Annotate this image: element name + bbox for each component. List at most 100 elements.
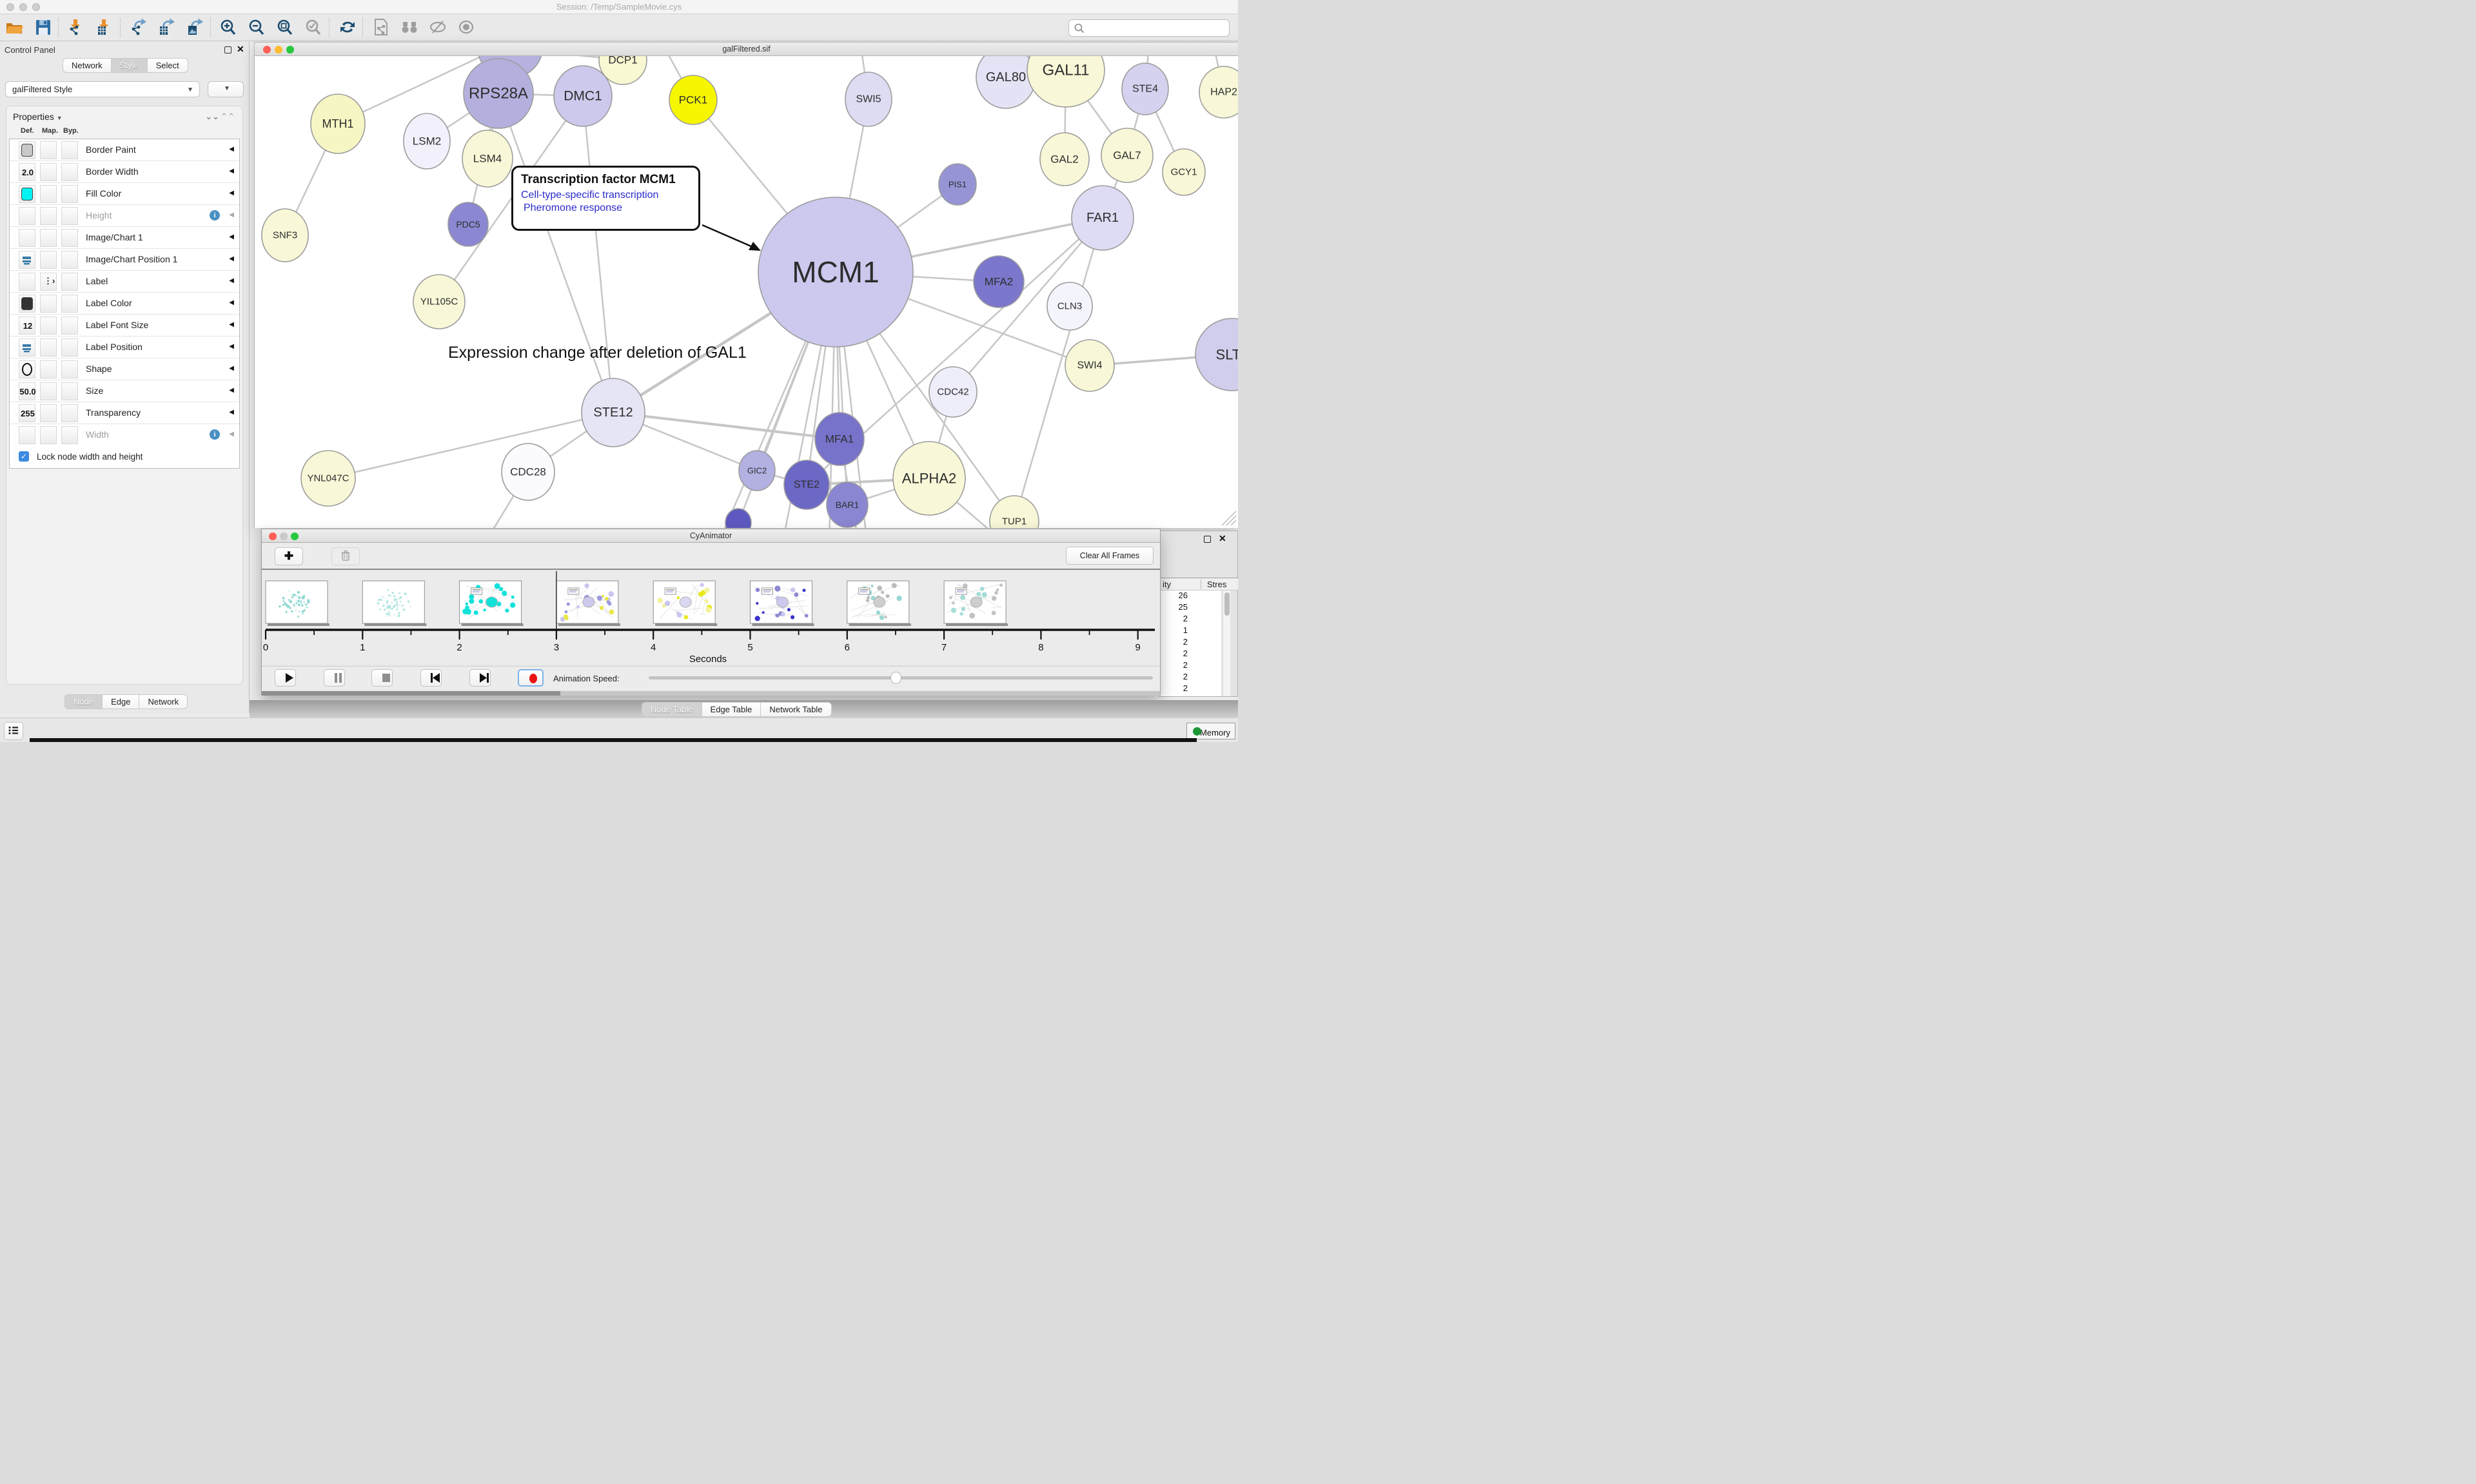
column-header[interactable]: Stres <box>1201 580 1226 589</box>
network-node-rps28a[interactable]: RPS28A <box>464 59 533 128</box>
export-network-icon[interactable] <box>129 18 148 37</box>
style-selector[interactable]: galFiltered Style ▼ <box>5 81 200 97</box>
open-folder-icon[interactable] <box>5 18 25 37</box>
expand-arrow-icon[interactable]: ◀ <box>229 299 234 306</box>
timeline-frame-3[interactable] <box>556 581 620 626</box>
network-node-tup1[interactable]: TUP1 <box>990 496 1039 528</box>
default-value-cell[interactable]: 12 <box>19 317 35 335</box>
network-node-swi4[interactable]: SWI4 <box>1065 340 1114 391</box>
mapping-cell[interactable] <box>40 207 57 225</box>
expand-arrow-icon[interactable]: ◀ <box>229 211 234 219</box>
show-details-icon[interactable] <box>457 18 476 37</box>
clear-all-frames-button[interactable]: Clear All Frames <box>1066 547 1154 565</box>
network-node-ste2[interactable]: STE2 <box>784 460 829 509</box>
column-header[interactable]: ity <box>1163 580 1171 589</box>
network-node-cln3[interactable]: CLN3 <box>1047 282 1092 330</box>
tab-edge-table[interactable]: Edge Table <box>702 702 761 717</box>
mapping-cell[interactable] <box>40 382 57 400</box>
network-node-slt2[interactable]: SLT2 <box>1195 318 1238 391</box>
cyanimator-titlebar[interactable]: CyAnimator <box>262 529 1160 543</box>
record-button[interactable] <box>518 669 544 687</box>
table-row[interactable]: 26 <box>1159 591 1221 602</box>
collapse-all-icon[interactable]: ⌃⌃ <box>221 112 235 122</box>
network-node-far1[interactable]: FAR1 <box>1072 186 1134 250</box>
bypass-cell[interactable] <box>61 273 78 291</box>
network-node-pdc5[interactable]: PDC5 <box>448 202 488 246</box>
zoom-in-icon[interactable] <box>219 18 239 37</box>
close-panel-icon[interactable]: ✕ <box>1219 533 1226 544</box>
timeline-frame-4[interactable] <box>653 581 717 626</box>
network-node-gal11[interactable]: GAL11 <box>1027 56 1105 107</box>
bypass-cell[interactable] <box>61 229 78 247</box>
zoom-selected-icon[interactable] <box>304 18 324 37</box>
default-value-cell[interactable] <box>19 273 35 291</box>
network-edge[interactable] <box>583 96 613 413</box>
resize-grip-icon[interactable] <box>1231 520 1236 525</box>
default-value-cell[interactable] <box>19 207 35 225</box>
expand-arrow-icon[interactable]: ◀ <box>229 343 234 350</box>
bypass-cell[interactable] <box>61 360 78 378</box>
property-row-width[interactable]: Widthi◀ <box>10 424 239 446</box>
network-node-mth1[interactable]: MTH1 <box>311 94 365 153</box>
network-window-titlebar[interactable]: galFiltered.sif <box>255 43 1238 56</box>
network-node-gal80[interactable]: GAL80 <box>976 56 1036 108</box>
properties-header[interactable]: Properties ▼ <box>13 112 63 122</box>
network-node-gal7[interactable]: GAL7 <box>1101 128 1153 182</box>
lock-node-size-row[interactable]: ✓ Lock node width and height <box>9 445 240 469</box>
annotation-link[interactable]: Pheromone response <box>524 202 691 214</box>
timeline-frame-6[interactable] <box>847 581 911 626</box>
network-node-hap2[interactable]: HAP2 <box>1199 66 1238 118</box>
tab-style[interactable]: Style <box>112 58 148 73</box>
network-edge[interactable] <box>328 413 613 478</box>
resize-grip-icon[interactable] <box>1226 516 1236 525</box>
timeline-frame-7[interactable] <box>944 581 1008 626</box>
mapping-cell[interactable] <box>40 360 57 378</box>
mapping-cell[interactable]: ⋮› <box>40 273 57 291</box>
zoom-fit-icon[interactable] <box>276 18 295 37</box>
expand-arrow-icon[interactable]: ◀ <box>229 365 234 372</box>
timeline-frame-0[interactable] <box>266 581 329 626</box>
expand-arrow-icon[interactable]: ◀ <box>229 146 234 153</box>
memory-button[interactable]: Memory <box>1186 723 1235 739</box>
bypass-cell[interactable] <box>61 382 78 400</box>
network-canvas[interactable]: RPS28BRPS28ADMC1DCP1PCK1MTH1LSM2LSM4SNF3… <box>255 56 1238 528</box>
timeline-frame-5[interactable] <box>751 581 814 626</box>
expand-arrow-icon[interactable]: ◀ <box>229 431 234 438</box>
property-row-height[interactable]: Heighti◀ <box>10 205 239 227</box>
canvas-caption[interactable]: Expression change after deletion of GAL1 <box>448 344 747 362</box>
network-node-snf3[interactable]: SNF3 <box>262 209 308 262</box>
show-panels-button[interactable] <box>4 722 23 740</box>
annotation-box[interactable]: Transcription factor MCM1 Cell-type-spec… <box>511 166 700 231</box>
expand-all-icon[interactable]: ⌄⌄ <box>205 112 219 122</box>
document-network-icon[interactable] <box>371 18 391 37</box>
default-value-cell[interactable]: 2.0 <box>19 163 35 181</box>
tab-network[interactable]: Network <box>139 694 188 709</box>
property-row-label-position[interactable]: Label Position◀ <box>10 337 239 358</box>
bypass-cell[interactable] <box>61 207 78 225</box>
import-table-icon[interactable] <box>95 18 115 37</box>
network-node-pis1[interactable]: PIS1 <box>939 164 976 205</box>
tab-network-table[interactable]: Network Table <box>761 702 831 717</box>
property-row-border-width[interactable]: 2.0Border Width◀ <box>10 161 239 183</box>
slider-knob[interactable] <box>890 672 901 684</box>
table-row[interactable]: 2 <box>1159 637 1221 649</box>
network-node-mfa2[interactable]: MFA2 <box>974 256 1024 308</box>
timeline-frame-1[interactable] <box>362 581 426 626</box>
tab-select[interactable]: Select <box>148 58 188 73</box>
info-icon[interactable]: i <box>210 429 220 440</box>
property-row-fill-color[interactable]: Fill Color◀ <box>10 183 239 205</box>
expand-arrow-icon[interactable]: ◀ <box>229 233 234 240</box>
skip-start-button[interactable] <box>420 669 442 687</box>
property-row-shape[interactable]: Shape◀ <box>10 358 239 380</box>
expand-arrow-icon[interactable]: ◀ <box>229 190 234 197</box>
float-panel-icon[interactable] <box>224 46 231 54</box>
network-edge[interactable] <box>498 93 613 413</box>
network-node-mcm1[interactable]: MCM1 <box>758 197 913 347</box>
property-row-image-chart-1[interactable]: Image/Chart 1◀ <box>10 227 239 249</box>
bypass-cell[interactable] <box>61 338 78 356</box>
expand-arrow-icon[interactable]: ◀ <box>229 255 234 262</box>
mapping-cell[interactable] <box>40 251 57 269</box>
property-row-label-font-size[interactable]: 12Label Font Size◀ <box>10 315 239 337</box>
network-node-swi5[interactable]: SWI5 <box>845 72 892 126</box>
mapping-cell[interactable] <box>40 338 57 356</box>
